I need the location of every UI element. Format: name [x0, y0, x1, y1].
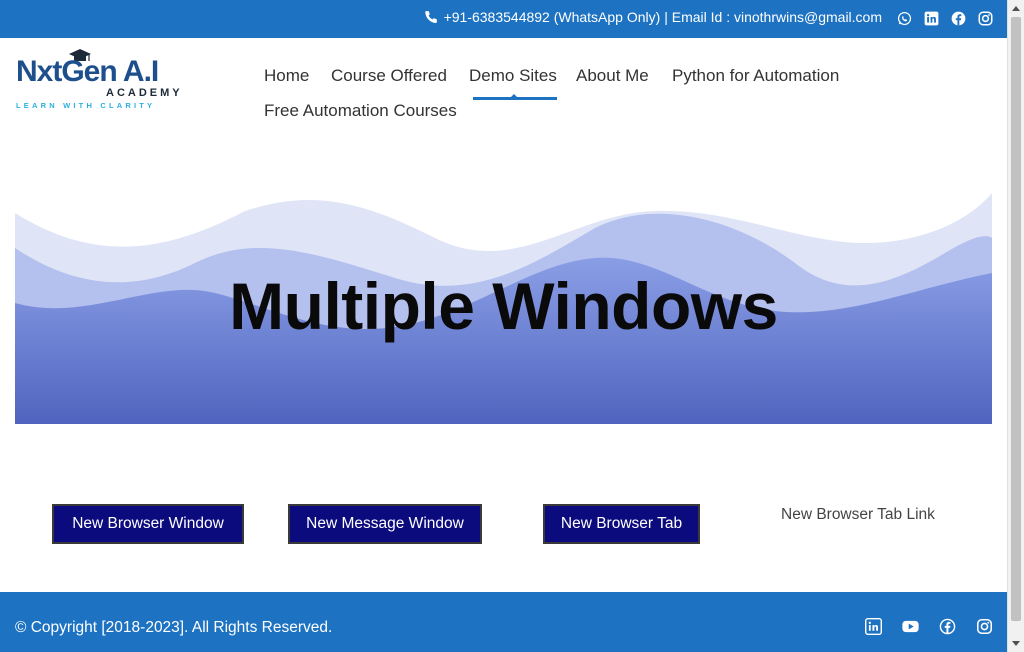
page-title: Multiple Windows	[229, 269, 778, 343]
facebook-icon[interactable]	[951, 11, 966, 26]
nav-item-python-for-automation[interactable]: Python for Automation	[672, 66, 839, 86]
footer-social-links	[865, 618, 993, 635]
linkedin-icon[interactable]	[865, 618, 882, 635]
hero-banner: Multiple Windows	[15, 193, 992, 424]
nav-item-course-offered[interactable]: Course Offered	[331, 66, 447, 86]
youtube-icon[interactable]	[902, 618, 919, 635]
logo-tagline: LEARN WITH CLARITY	[16, 101, 156, 110]
logo-brand: NxtGen A.I	[16, 55, 159, 88]
copyright-text: © Copyright [2018-2023]. All Rights Rese…	[15, 619, 333, 636]
page: +91-6383544892 (WhatsApp Only) | Email I…	[0, 0, 1007, 652]
new-browser-window-button[interactable]: New Browser Window	[52, 504, 244, 544]
new-message-window-button[interactable]: New Message Window	[288, 504, 482, 544]
linkedin-icon[interactable]	[924, 11, 939, 26]
instagram-icon[interactable]	[978, 11, 993, 26]
site-header: NxtGen A.I ACADEMY LEARN WITH CLARITY Ho…	[0, 38, 1007, 138]
top-social-links	[897, 11, 993, 26]
new-browser-tab-link[interactable]: New Browser Tab Link	[781, 506, 935, 524]
scroll-down-arrow-icon[interactable]	[1012, 641, 1020, 646]
logo-academy: ACADEMY	[106, 87, 183, 99]
new-browser-tab-button[interactable]: New Browser Tab	[543, 504, 700, 544]
nav-active-indicator	[473, 97, 557, 100]
site-logo[interactable]: NxtGen A.I ACADEMY LEARN WITH CLARITY	[16, 49, 180, 110]
phone-icon	[424, 10, 438, 24]
nav-item-free-automation-courses[interactable]: Free Automation Courses	[264, 101, 457, 121]
whatsapp-icon[interactable]	[897, 11, 912, 26]
nav-item-home[interactable]: Home	[264, 66, 309, 86]
site-footer: © Copyright [2018-2023]. All Rights Rese…	[0, 592, 1007, 652]
facebook-icon[interactable]	[939, 618, 956, 635]
top-contact-bar: +91-6383544892 (WhatsApp Only) | Email I…	[0, 0, 1007, 38]
scrollbar-thumb[interactable]	[1011, 17, 1021, 621]
instagram-icon[interactable]	[976, 618, 993, 635]
nav-item-about-me[interactable]: About Me	[576, 66, 649, 86]
contact-info: +91-6383544892 (WhatsApp Only) | Email I…	[424, 9, 882, 25]
nav-item-demo-sites[interactable]: Demo Sites	[469, 66, 557, 86]
scroll-up-arrow-icon[interactable]	[1012, 6, 1020, 11]
nav-active-caret	[511, 94, 517, 97]
vertical-scrollbar[interactable]	[1007, 0, 1024, 652]
contact-text: +91-6383544892 (WhatsApp Only) | Email I…	[443, 9, 882, 25]
